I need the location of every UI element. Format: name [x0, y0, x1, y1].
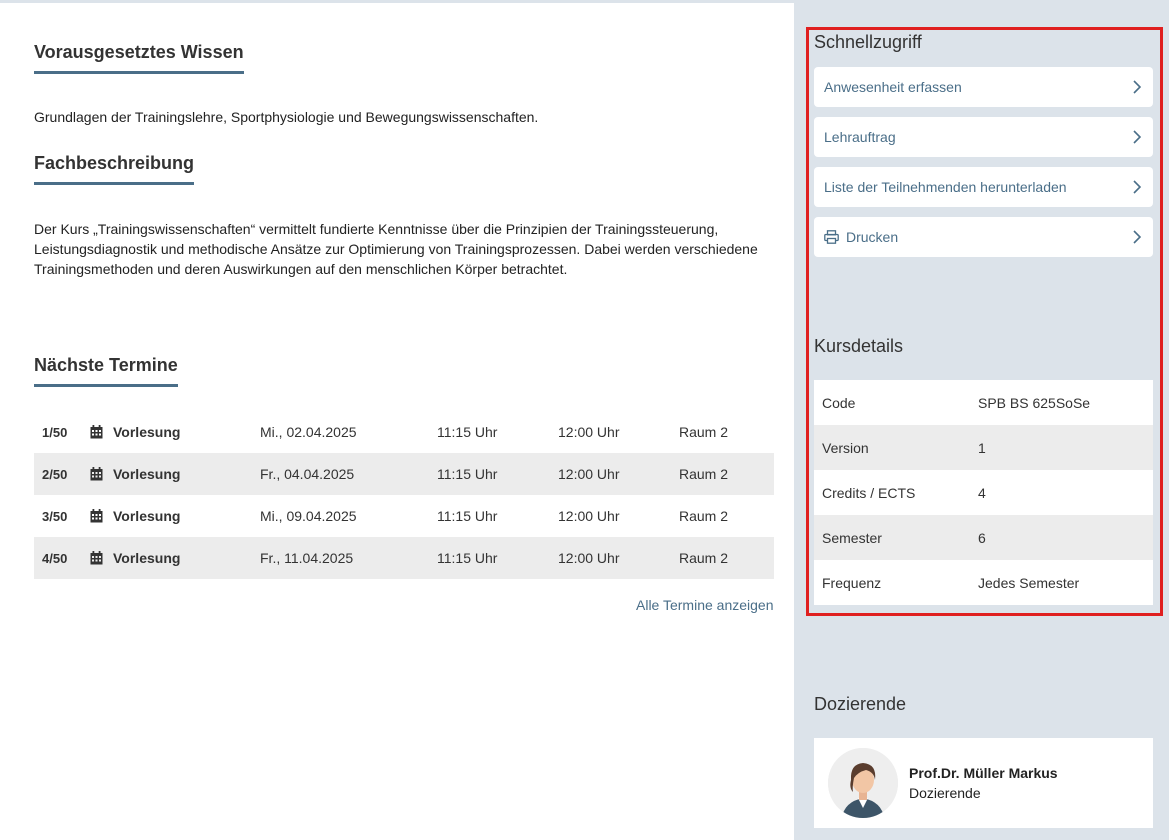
appointment-type: Vorlesung: [113, 508, 181, 524]
teacher-role: Dozierende: [909, 785, 981, 801]
appointment-room: Raum 2: [679, 550, 729, 566]
appointment-start: 11:15 Uhr: [437, 424, 498, 440]
course-details-title: Kursdetails: [814, 336, 904, 356]
appointment-start: 11:15 Uhr: [437, 508, 498, 524]
show-all-appointments-link[interactable]: Alle Termine anzeigen: [636, 597, 774, 613]
appointment-type: Vorlesung: [113, 550, 181, 566]
quick-item-attendance[interactable]: Anwesenheit erfassen: [814, 67, 1153, 107]
appointment-date: Fr., 04.04.2025: [260, 466, 355, 482]
calendar-icon: [90, 509, 103, 523]
appointment-date: Fr., 11.04.2025: [260, 550, 354, 566]
next-appointments-title: Nächste Termine: [34, 354, 178, 387]
main-content: Vorausgesetztes Wissen Grundlagen der Tr…: [0, 0, 794, 840]
desc-title: Fachbeschreibung: [34, 152, 195, 185]
desc-text: Der Kurs „Trainingswissenschaften“ vermi…: [34, 221, 758, 277]
appointment-room: Raum 2: [679, 466, 729, 482]
appointment-date: Mi., 02.04.2025: [260, 424, 357, 440]
appointment-start: 11:15 Uhr: [437, 466, 498, 482]
detail-row: Code SPB BS 625SoSe: [814, 380, 1153, 425]
appointment-number: 4/50: [42, 550, 68, 566]
detail-key: Frequenz: [822, 574, 882, 591]
table-row[interactable]: 2/50 Vorlesung Fr., 04.04.2025 11:15 Uhr…: [34, 453, 774, 495]
teachers-title: Dozierende: [814, 694, 907, 714]
course-details-table: Code SPB BS 625SoSe Version 1 Credits / …: [814, 380, 1153, 605]
appointment-end: 12:00 Uhr: [558, 466, 620, 482]
appointment-room: Raum 2: [679, 508, 729, 524]
appointment-room: Raum 2: [679, 424, 729, 440]
appointment-end: 12:00 Uhr: [558, 424, 620, 440]
detail-value: SPB BS 625SoSe: [978, 394, 1091, 411]
avatar: [828, 748, 898, 818]
detail-value: 4: [978, 484, 986, 501]
detail-row: Frequenz Jedes Semester: [814, 560, 1153, 605]
quick-item-label: Liste der Teilnehmenden herunterladen: [824, 179, 1067, 195]
quick-item-teaching-assignment[interactable]: Lehrauftrag: [814, 117, 1153, 157]
quick-item-label: Drucken: [846, 229, 899, 245]
calendar-icon: [90, 551, 103, 565]
quick-item-print[interactable]: Drucken: [814, 217, 1153, 257]
detail-key: Code: [822, 394, 856, 411]
detail-value: Jedes Semester: [978, 574, 1080, 591]
detail-key: Semester: [822, 529, 882, 546]
prereq-text: Grundlagen der Trainingslehre, Sportphys…: [34, 109, 539, 125]
appointment-number: 1/50: [42, 424, 68, 440]
quick-item-label: Anwesenheit erfassen: [824, 79, 962, 95]
table-row[interactable]: 3/50 Vorlesung Mi., 09.04.2025 11:15 Uhr…: [34, 495, 774, 537]
appointment-date: Mi., 09.04.2025: [260, 508, 357, 524]
detail-key: Version: [822, 439, 869, 456]
chevron-right-icon: [1133, 180, 1141, 194]
printer-icon: [824, 230, 839, 244]
table-row[interactable]: 1/50 Vorlesung Mi., 02.04.2025 11:15 Uhr…: [34, 411, 774, 453]
quick-access-title: Schnellzugriff: [814, 32, 922, 52]
calendar-icon: [90, 467, 103, 481]
appointment-end: 12:00 Uhr: [558, 550, 620, 566]
teacher-card[interactable]: Prof.Dr. Müller Markus Dozierende: [814, 738, 1153, 828]
chevron-right-icon: [1133, 130, 1141, 144]
quick-item-participant-list[interactable]: Liste der Teilnehmenden herunterladen: [814, 167, 1153, 207]
appointment-end: 12:00 Uhr: [558, 508, 620, 524]
prereq-title: Vorausgesetztes Wissen: [34, 41, 244, 74]
appointment-number: 2/50: [42, 466, 68, 482]
chevron-right-icon: [1133, 230, 1141, 244]
appointment-number: 3/50: [42, 508, 68, 524]
detail-row: Credits / ECTS 4: [814, 470, 1153, 515]
appointment-type: Vorlesung: [113, 424, 181, 440]
detail-key: Credits / ECTS: [822, 484, 916, 501]
chevron-right-icon: [1133, 80, 1141, 94]
appointment-start: 11:15 Uhr: [437, 550, 498, 566]
detail-row: Semester 6: [814, 515, 1153, 560]
table-row[interactable]: 4/50 Vorlesung Fr., 11.04.2025 11:15 Uhr…: [34, 537, 774, 579]
quick-item-label: Lehrauftrag: [824, 129, 896, 145]
detail-value: 1: [978, 439, 986, 456]
appointments-table: 1/50 Vorlesung Mi., 02.04.2025 11:15 Uhr…: [34, 411, 774, 579]
teacher-name: Prof.Dr. Müller Markus: [909, 765, 1058, 781]
detail-row: Version 1: [814, 425, 1153, 470]
calendar-icon: [90, 425, 103, 439]
appointment-type: Vorlesung: [113, 466, 181, 482]
person-avatar-icon: [828, 748, 898, 818]
detail-value: 6: [978, 529, 986, 546]
